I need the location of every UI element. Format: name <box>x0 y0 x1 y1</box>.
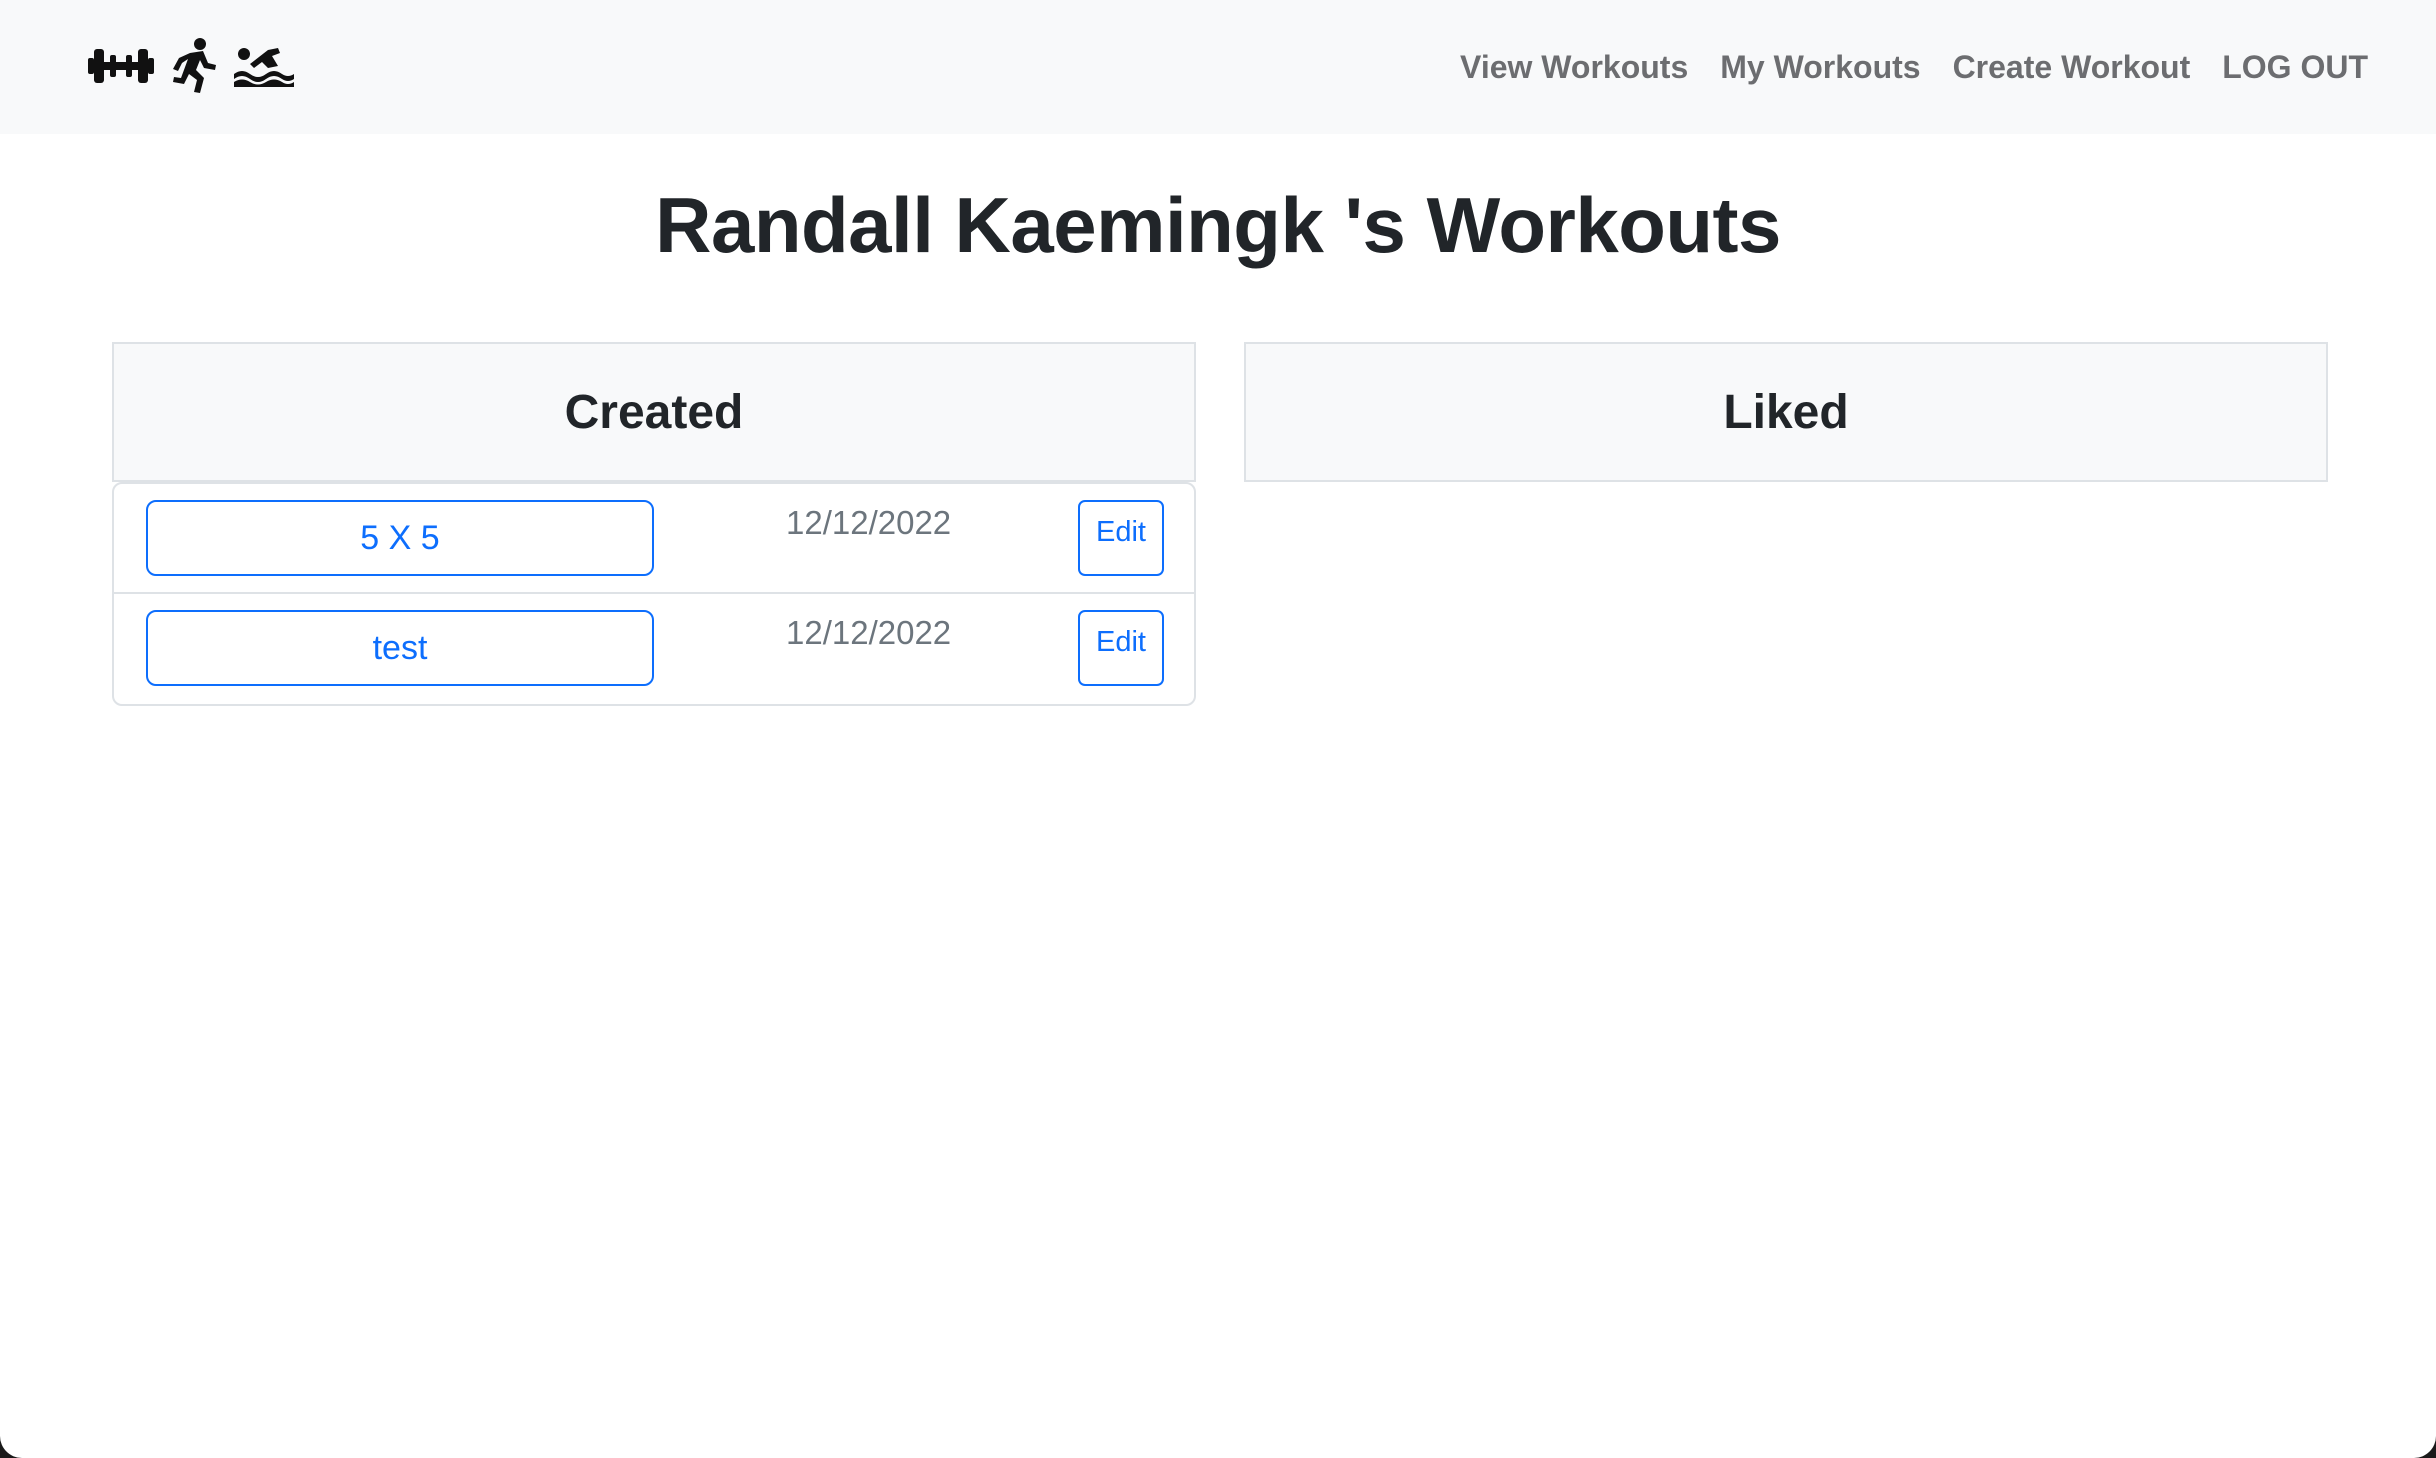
liked-header: Liked <box>1244 342 2328 482</box>
list-item: 5 X 5 12/12/2022 Edit <box>114 484 1194 594</box>
app-window: View Workouts My Workouts Create Workout… <box>0 0 2436 1458</box>
nav-link-log-out[interactable]: LOG OUT <box>2222 49 2368 86</box>
running-icon <box>170 37 218 95</box>
list-item: test 12/12/2022 Edit <box>114 594 1194 704</box>
workout-date: 12/12/2022 <box>786 504 952 541</box>
dumbbell-icon <box>86 41 156 91</box>
edit-button[interactable]: Edit <box>1078 610 1164 686</box>
nav-link-view-workouts[interactable]: View Workouts <box>1460 49 1688 86</box>
created-header: Created <box>112 342 1196 482</box>
workout-date: 12/12/2022 <box>786 614 952 651</box>
created-column: Created 5 X 5 12/12/2022 Edit test 12/12… <box>112 342 1196 706</box>
workout-name-button[interactable]: test <box>146 610 654 686</box>
edit-button[interactable]: Edit <box>1078 500 1164 576</box>
page-title: Randall Kaemingk 's Workouts <box>655 181 1781 269</box>
swimming-icon <box>232 44 296 88</box>
created-workout-list: 5 X 5 12/12/2022 Edit test 12/12/2022 Ed… <box>112 482 1196 706</box>
nav-links: View Workouts My Workouts Create Workout… <box>1460 0 2368 134</box>
nav-link-create-workout[interactable]: Create Workout <box>1953 49 2191 86</box>
nav-link-my-workouts[interactable]: My Workouts <box>1720 49 1920 86</box>
navbar: View Workouts My Workouts Create Workout… <box>0 0 2436 134</box>
brand-logo[interactable] <box>86 36 296 96</box>
liked-column: Liked <box>1244 342 2328 482</box>
workout-name-button[interactable]: 5 X 5 <box>146 500 654 576</box>
